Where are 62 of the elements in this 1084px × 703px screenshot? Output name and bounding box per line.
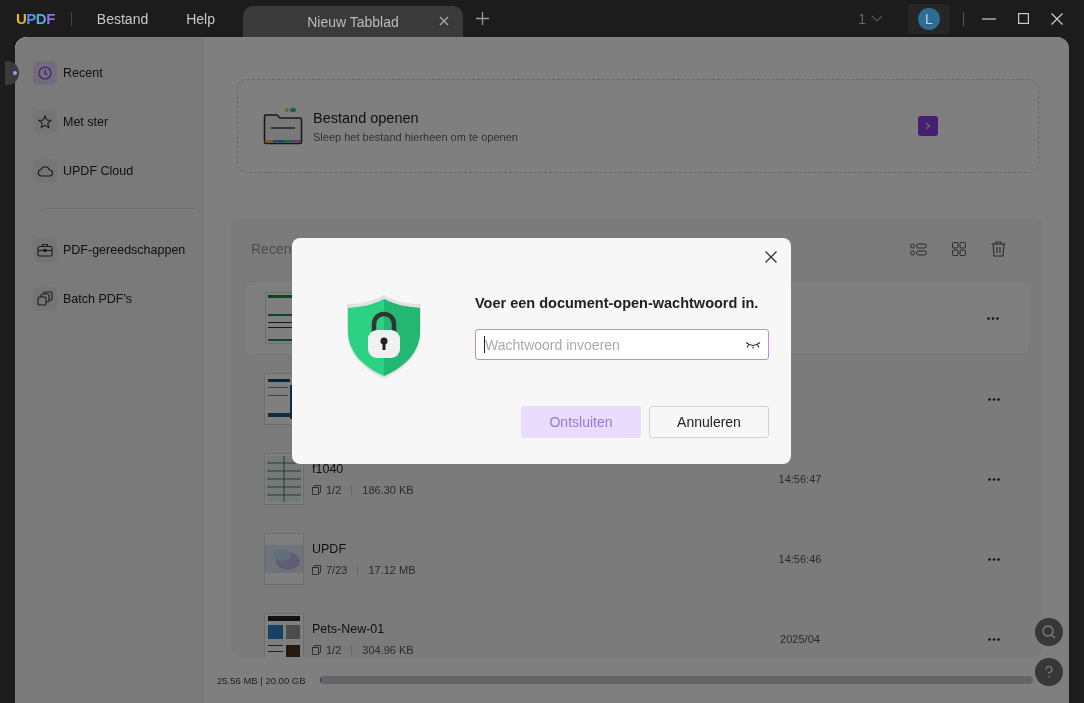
- file-size: 304.96 KB: [362, 644, 414, 656]
- more-icon[interactable]: [988, 637, 1000, 641]
- pages-icon: [312, 645, 321, 655]
- maximize-icon[interactable]: [1018, 13, 1029, 24]
- stack-icon: [37, 291, 53, 307]
- help-button[interactable]: [1035, 658, 1063, 686]
- page-count: 1/2: [326, 644, 342, 656]
- file-time: 14:56:46: [778, 553, 822, 565]
- sidebar-item[interactable]: PDF-gereedschappen: [33, 238, 194, 262]
- sidebar-handle[interactable]: [5, 61, 19, 85]
- chevron-right-icon: [925, 122, 931, 130]
- more-icon[interactable]: [988, 397, 1000, 401]
- password-field[interactable]: Wachtwoord invoeren: [475, 329, 769, 360]
- chevron-down-icon: [871, 14, 883, 23]
- pages-icon: [312, 485, 321, 495]
- file-size: 186.30 KB: [362, 484, 414, 496]
- file-name: Pets-New-01: [312, 622, 386, 636]
- document-thumbnail: [264, 533, 304, 585]
- open-file-title: Bestand openen: [313, 109, 420, 126]
- storage-usage: 25.56 MB | 20.00 GB: [217, 674, 306, 686]
- file-time: 2025/04: [780, 633, 820, 645]
- pages-icon: [312, 565, 321, 575]
- sidebar-item[interactable]: UPDF Cloud: [33, 159, 194, 183]
- avatar: L: [918, 7, 940, 30]
- list-view-icon[interactable]: [910, 242, 927, 256]
- question-mark-icon: [1045, 666, 1053, 678]
- sidebar-item[interactable]: Met ster: [33, 110, 194, 134]
- sidebar-item[interactable]: Batch PDF's: [33, 287, 194, 311]
- minimize-icon[interactable]: [982, 17, 996, 20]
- file-time: 14:56:47: [778, 473, 822, 485]
- search-button[interactable]: [1035, 618, 1063, 646]
- grid-view-icon[interactable]: [952, 242, 966, 256]
- file-size: 17.12 MB: [368, 564, 416, 576]
- open-file-hint: Sleep het bestand hierheen om te openen: [313, 130, 518, 143]
- close-tab-icon[interactable]: [439, 16, 449, 26]
- avatar-button[interactable]: L: [908, 3, 950, 34]
- drop-zone[interactable]: Bestand openen Sleep het bestand hierheen om te openen: [237, 79, 1039, 173]
- sidebar-item[interactable]: Recent: [33, 61, 194, 85]
- menu-item[interactable]: Bestand: [86, 10, 159, 27]
- eye-closed-icon[interactable]: [745, 341, 761, 349]
- clock-icon: [38, 66, 52, 80]
- tab[interactable]: Nieuw Tabblad: [243, 6, 463, 37]
- file-name: f1040: [312, 462, 345, 476]
- folder-icon: [263, 107, 303, 145]
- page-count: 1/2: [326, 484, 342, 496]
- page-count: 7/23: [326, 564, 348, 576]
- more-icon[interactable]: [988, 477, 1000, 481]
- search-icon: [1042, 625, 1056, 639]
- shield-lock-icon: [346, 294, 422, 380]
- new-tab-icon[interactable]: [476, 12, 489, 25]
- cancel-button[interactable]: Annuleren: [649, 406, 769, 438]
- toolbox-icon: [37, 243, 53, 257]
- cloud-icon: [37, 165, 53, 177]
- more-icon[interactable]: [988, 557, 1000, 561]
- menu-item[interactable]: Help: [176, 10, 225, 27]
- file-name: UPDF: [312, 542, 348, 556]
- dialog-title: Voer een document-open-wachtwoord in.: [475, 295, 760, 311]
- trash-icon[interactable]: [991, 241, 1006, 257]
- close-icon[interactable]: [765, 251, 777, 263]
- page-count-dropdown[interactable]: 1: [852, 9, 889, 28]
- star-icon: [38, 115, 52, 129]
- more-icon[interactable]: [987, 316, 999, 320]
